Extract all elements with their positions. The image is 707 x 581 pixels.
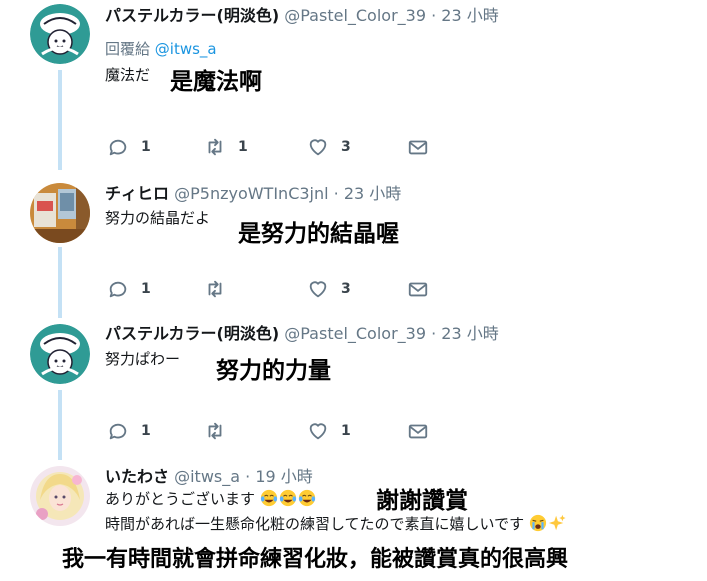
tweet-header: いたわさ @itws_a · 19 小時 bbox=[105, 467, 313, 487]
user-handle[interactable]: @Pastel_Color_39 bbox=[284, 324, 426, 343]
user-handle[interactable]: @Pastel_Color_39 bbox=[284, 6, 426, 25]
pastel-avatar-icon bbox=[30, 4, 90, 64]
tweet-text: 魔法だ bbox=[105, 66, 151, 84]
reply-bubble-icon bbox=[109, 423, 127, 440]
like-count: 1 bbox=[341, 423, 351, 439]
tears-of-joy-emoji-icon bbox=[279, 489, 296, 507]
display-name[interactable]: いたわさ bbox=[105, 467, 169, 486]
user-handle[interactable]: @P5nzyoWTInC3jnl bbox=[174, 184, 328, 203]
thread-line bbox=[58, 70, 62, 170]
envelope-icon bbox=[408, 424, 428, 439]
tears-of-joy-emoji-icon bbox=[298, 489, 315, 507]
reply-button[interactable]: 1 bbox=[107, 136, 151, 158]
avatar[interactable] bbox=[30, 183, 90, 243]
separator: · bbox=[333, 184, 339, 203]
reply-mention-link[interactable]: @itws_a bbox=[155, 40, 217, 58]
direct-message-button[interactable] bbox=[407, 278, 429, 300]
thread-line bbox=[58, 390, 62, 460]
user-handle[interactable]: @itws_a bbox=[174, 467, 240, 486]
reply-bubble-icon bbox=[109, 281, 127, 298]
envelope-icon bbox=[408, 140, 428, 155]
retweet-count: 1 bbox=[238, 139, 248, 155]
tweet-header: チィヒロ @P5nzyoWTInC3jnl · 23 小時 bbox=[105, 184, 401, 204]
translation-caption: 努力的力量 bbox=[216, 358, 331, 384]
display-name[interactable]: チィヒロ bbox=[105, 184, 169, 203]
direct-message-button[interactable] bbox=[407, 136, 429, 158]
like-button[interactable]: 3 bbox=[307, 136, 351, 158]
tweet-text: 努力の結晶だよ bbox=[105, 209, 211, 227]
reply-context: 回覆給 @itws_a bbox=[105, 38, 217, 59]
tears-of-joy-emoji-icon bbox=[260, 489, 277, 507]
tweet-actions: 1 3 bbox=[107, 278, 437, 300]
retweet-icon bbox=[208, 422, 222, 440]
direct-message-button[interactable] bbox=[407, 420, 429, 442]
tweet-actions: 1 1 bbox=[107, 420, 437, 442]
translation-caption: 我一有時間就會拼命練習化妝，能被讚賞真的很高興 bbox=[62, 547, 569, 572]
separator: · bbox=[245, 467, 251, 486]
separator: · bbox=[431, 324, 437, 343]
tweet-header: パステルカラー(明淡色) @Pastel_Color_39 · 23 小時 bbox=[105, 6, 499, 26]
reply-button[interactable]: 1 bbox=[107, 420, 151, 442]
reply-count: 1 bbox=[141, 281, 151, 297]
reply-count: 1 bbox=[141, 423, 151, 439]
loudly-crying-emoji-icon bbox=[529, 514, 546, 532]
separator: · bbox=[431, 6, 437, 25]
heart-icon bbox=[309, 423, 327, 440]
like-count: 3 bbox=[341, 139, 351, 155]
timestamp[interactable]: 23 小時 bbox=[441, 6, 498, 25]
retweet-button[interactable] bbox=[204, 420, 238, 442]
retweet-button[interactable] bbox=[204, 278, 238, 300]
timestamp[interactable]: 19 小時 bbox=[255, 467, 312, 486]
tweet-text-line: 時間があれば一生懸命化粧の練習してたので素直に嬉しいです bbox=[105, 514, 567, 534]
heart-icon bbox=[309, 139, 327, 156]
retweet-icon bbox=[208, 280, 222, 298]
reply-bubble-icon bbox=[109, 139, 127, 156]
heart-icon bbox=[309, 281, 327, 298]
translation-caption: 是努力的結晶喔 bbox=[238, 221, 399, 247]
timestamp[interactable]: 23 小時 bbox=[344, 184, 401, 203]
itwsa-avatar-icon bbox=[30, 466, 90, 526]
tweet-text: ありがとうございます bbox=[105, 490, 256, 508]
tweet-text: 時間があれば一生懸命化粧の練習してたので素直に嬉しいです bbox=[105, 515, 525, 533]
reply-prefix: 回覆給 bbox=[105, 40, 151, 58]
retweet-icon bbox=[208, 138, 222, 156]
envelope-icon bbox=[408, 282, 428, 297]
chihiro-avatar-icon bbox=[30, 183, 90, 243]
like-count: 3 bbox=[341, 281, 351, 297]
avatar[interactable] bbox=[30, 4, 90, 64]
like-button[interactable]: 1 bbox=[307, 420, 351, 442]
like-button[interactable]: 3 bbox=[307, 278, 351, 300]
translation-caption: 謝謝讚賞 bbox=[376, 488, 468, 514]
pastel-avatar-icon bbox=[30, 324, 90, 384]
avatar[interactable] bbox=[30, 466, 90, 526]
tweet-actions: 1 1 3 bbox=[107, 136, 437, 158]
display-name[interactable]: パステルカラー(明淡色) bbox=[105, 324, 279, 343]
translation-caption: 是魔法啊 bbox=[170, 69, 262, 95]
sparkles-emoji-icon bbox=[548, 514, 566, 531]
retweet-button[interactable]: 1 bbox=[204, 136, 248, 158]
reply-button[interactable]: 1 bbox=[107, 278, 151, 300]
tweet-text: 努力ぱわー bbox=[105, 350, 181, 368]
timestamp[interactable]: 23 小時 bbox=[441, 324, 498, 343]
tweet-header: パステルカラー(明淡色) @Pastel_Color_39 · 23 小時 bbox=[105, 324, 499, 344]
thread-line bbox=[58, 247, 62, 318]
avatar[interactable] bbox=[30, 324, 90, 384]
reply-count: 1 bbox=[141, 139, 151, 155]
tweet-text-line: ありがとうございます bbox=[105, 489, 317, 509]
display-name[interactable]: パステルカラー(明淡色) bbox=[105, 6, 279, 25]
